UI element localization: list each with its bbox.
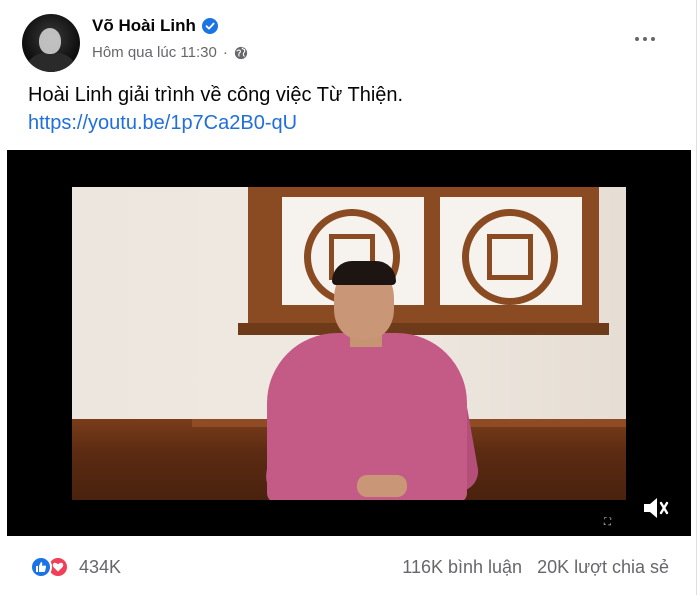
shares-count[interactable]: 20K lượt chia sẻ bbox=[537, 557, 669, 577]
author-avatar[interactable] bbox=[22, 14, 80, 72]
more-dot bbox=[635, 37, 639, 41]
person-hands bbox=[357, 475, 407, 497]
video-watermark-icon: ⛶ bbox=[604, 517, 611, 528]
more-dot bbox=[643, 37, 647, 41]
reactions-count[interactable]: 434K bbox=[79, 557, 121, 578]
comments-count[interactable]: 116K bình luận bbox=[402, 557, 522, 577]
meta-separator: · bbox=[222, 44, 228, 61]
engagement-stats: 116K bình luận 20K lượt chia sẻ bbox=[402, 557, 669, 578]
person-hair bbox=[332, 261, 396, 285]
more-options-icon[interactable] bbox=[628, 24, 662, 54]
muted-speaker-icon[interactable] bbox=[640, 494, 670, 522]
more-dot bbox=[651, 37, 655, 41]
window-lattice bbox=[462, 209, 558, 305]
like-icon bbox=[30, 556, 52, 578]
author-name[interactable]: Võ Hoài Linh bbox=[92, 16, 196, 36]
avatar-silhouette-shoulders bbox=[28, 52, 74, 72]
post-card: Võ Hoài Linh Hôm qua lúc 11:30 · Hoài Li… bbox=[0, 0, 697, 595]
author-row: Võ Hoài Linh bbox=[92, 16, 218, 36]
video-player[interactable]: ⛶ bbox=[7, 150, 691, 536]
video-scene-window bbox=[248, 187, 599, 333]
globe-icon[interactable] bbox=[234, 46, 248, 60]
post-timestamp[interactable]: Hôm qua lúc 11:30 bbox=[92, 44, 217, 61]
video-scene-window-sill bbox=[238, 323, 609, 335]
post-footer: 434K 116K bình luận 20K lượt chia sẻ bbox=[0, 540, 697, 595]
post-meta: Hôm qua lúc 11:30 · bbox=[92, 44, 248, 61]
post-text: Hoài Linh giải trình về công việc Từ Thi… bbox=[28, 84, 404, 106]
post-link[interactable]: https://youtu.be/1p7Ca2B0-qU bbox=[28, 109, 297, 137]
video-frame[interactable] bbox=[72, 187, 626, 500]
verified-badge-icon bbox=[201, 18, 218, 34]
avatar-silhouette-face bbox=[39, 28, 61, 54]
reactions-summary[interactable]: 434K bbox=[30, 556, 121, 578]
window-panel-right bbox=[440, 197, 582, 305]
